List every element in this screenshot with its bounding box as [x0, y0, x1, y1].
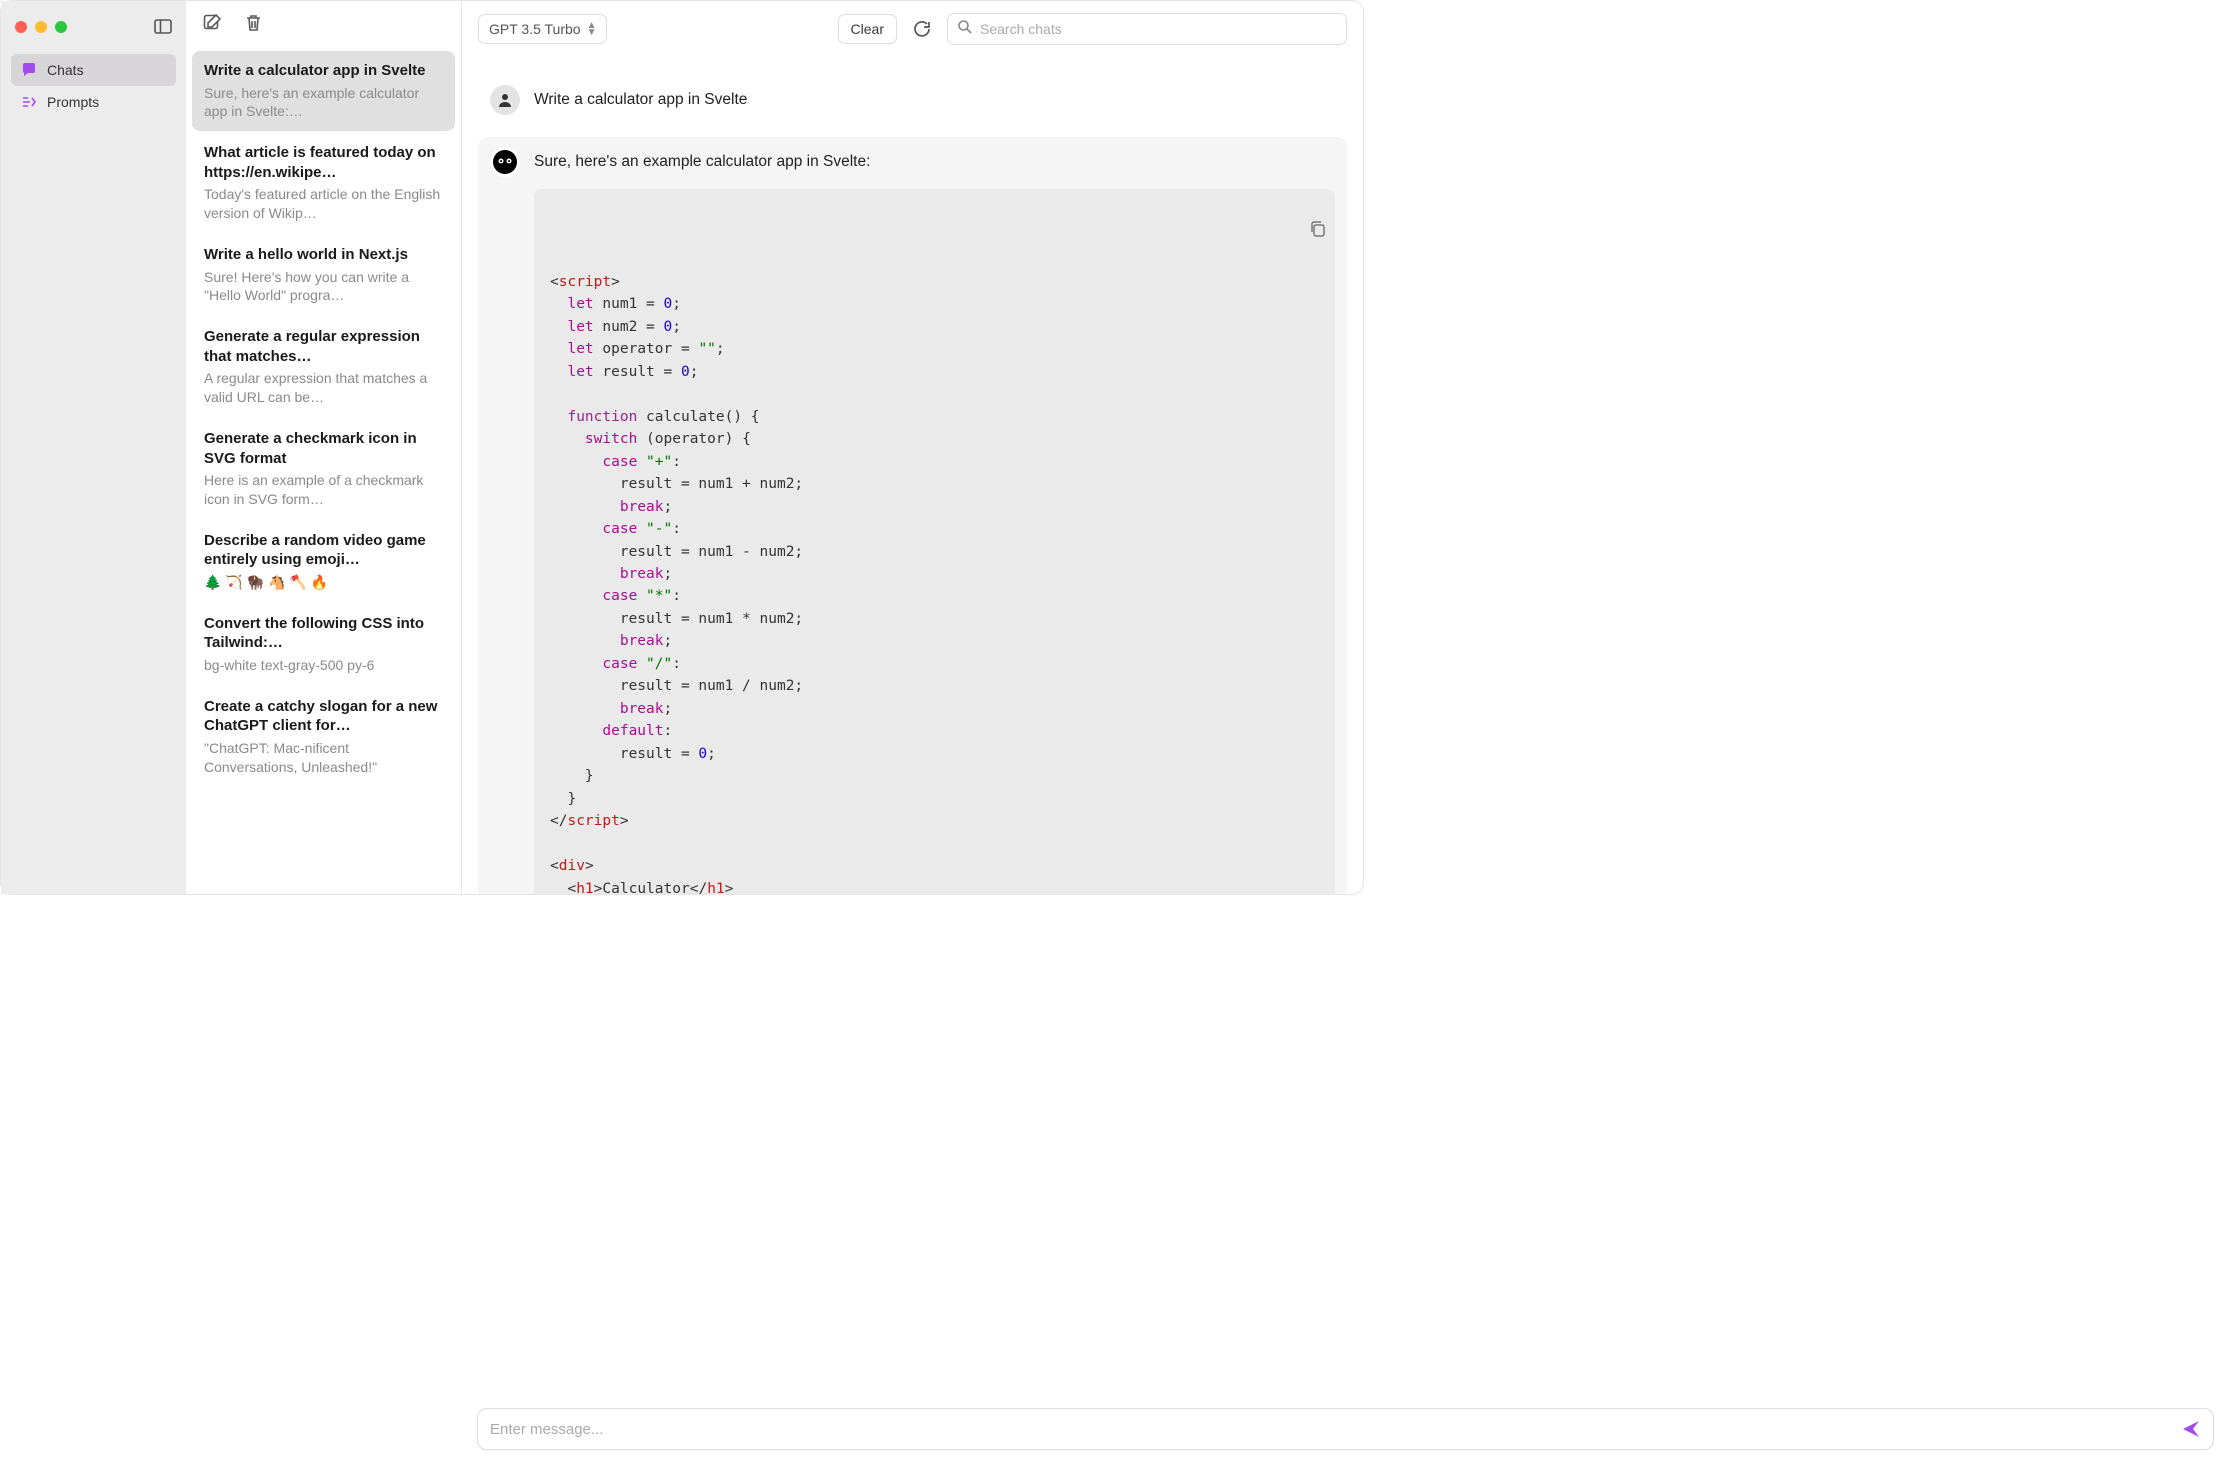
chat-item[interactable]: Generate a regular expression that match… — [192, 317, 455, 417]
main-toolbar: GPT 3.5 Turbo ▲▼ Clear — [462, 1, 1363, 57]
nav-item-label: Prompts — [47, 94, 99, 110]
chat-item-title: Create a catchy slogan for a new ChatGPT… — [204, 697, 443, 736]
user-avatar — [490, 85, 520, 115]
chat-item-preview: 🌲 🏹 🦬 🐴 🪓 🔥 — [204, 573, 443, 592]
search-wrap — [947, 13, 1347, 45]
chat-item-preview: Sure, here's an example calculator app i… — [204, 84, 443, 122]
chat-item-preview: bg-white text-gray-500 py-6 — [204, 656, 443, 675]
chat-item-preview: Today's featured article on the English … — [204, 185, 443, 223]
chat-item-preview: A regular expression that matches a vali… — [204, 369, 443, 407]
window-controls — [1, 11, 186, 48]
chat-item[interactable]: What article is featured today on https:… — [192, 133, 455, 233]
nav-item-prompts[interactable]: Prompts — [11, 86, 176, 118]
chat-item-title: Write a calculator app in Svelte — [204, 61, 443, 81]
chat-items: Write a calculator app in Svelte Sure, he… — [186, 45, 461, 794]
delete-chat-button[interactable] — [244, 13, 263, 33]
nav-list: Chats Prompts — [1, 48, 186, 124]
chat-item-title: Write a hello world in Next.js — [204, 245, 443, 265]
conversation: Write a calculator app in Svelte Sure, h… — [462, 57, 1363, 894]
chat-item-title: Describe a random video game entirely us… — [204, 531, 443, 570]
send-button[interactable] — [2181, 1419, 2201, 1439]
model-select[interactable]: GPT 3.5 Turbo ▲▼ — [478, 14, 607, 44]
code-content: <script> let num1 = 0; let num2 = 0; let… — [550, 271, 1319, 894]
chat-item-title: What article is featured today on https:… — [204, 143, 443, 182]
search-icon — [957, 19, 972, 39]
window-close[interactable] — [15, 21, 27, 33]
main-pane: GPT 3.5 Turbo ▲▼ Clear Write a calculato… — [462, 1, 1363, 894]
chat-item-preview: "ChatGPT: Mac-nificent Conversations, Un… — [204, 739, 443, 777]
window-minimize[interactable] — [35, 21, 47, 33]
message-input[interactable] — [490, 1421, 2181, 1438]
sidebar-toggle-icon[interactable] — [154, 19, 172, 34]
chat-item[interactable]: Create a catchy slogan for a new ChatGPT… — [192, 687, 455, 787]
chat-list-toolbar — [186, 1, 461, 45]
new-chat-button[interactable] — [202, 13, 222, 33]
assistant-avatar — [490, 147, 520, 177]
chat-item[interactable]: Write a calculator app in Svelte Sure, he… — [192, 51, 455, 131]
search-input[interactable] — [947, 13, 1347, 45]
nav-item-chats[interactable]: Chats — [11, 54, 176, 86]
chat-icon — [21, 62, 37, 78]
chat-item-preview: Here is an example of a checkmark icon i… — [204, 471, 443, 509]
prompts-icon — [21, 94, 37, 110]
chevron-updown-icon: ▲▼ — [587, 22, 597, 36]
chat-list-column: Write a calculator app in Svelte Sure, he… — [186, 1, 462, 894]
nav-item-label: Chats — [47, 62, 84, 78]
chat-item[interactable]: Describe a random video game entirely us… — [192, 521, 455, 602]
reload-button[interactable] — [909, 16, 935, 42]
chat-item-title: Convert the following CSS into Tailwind:… — [204, 614, 443, 653]
clear-label: Clear — [851, 21, 884, 37]
chat-item-title: Generate a checkmark icon in SVG format — [204, 429, 443, 468]
chat-item[interactable]: Write a hello world in Next.js Sure! Here… — [192, 235, 455, 315]
nav-sidebar: Chats Prompts — [1, 1, 186, 894]
user-message-text: Write a calculator app in Svelte — [534, 89, 1335, 111]
window-maximize[interactable] — [55, 21, 67, 33]
chat-item[interactable]: Convert the following CSS into Tailwind:… — [192, 604, 455, 685]
clear-button[interactable]: Clear — [838, 14, 897, 44]
model-label: GPT 3.5 Turbo — [489, 21, 581, 37]
assistant-message-text: Sure, here's an example calculator app i… — [534, 151, 1335, 173]
user-message-row: Write a calculator app in Svelte — [478, 75, 1347, 125]
code-block: <script> let num1 = 0; let num2 = 0; let… — [534, 189, 1335, 894]
assistant-message-row: Sure, here's an example calculator app i… — [478, 137, 1347, 894]
chat-item-preview: Sure! Here's how you can write a "Hello … — [204, 268, 443, 306]
chat-item-title: Generate a regular expression that match… — [204, 327, 443, 366]
chat-item[interactable]: Generate a checkmark icon in SVG formatH… — [192, 419, 455, 519]
composer — [477, 1408, 2214, 1450]
copy-code-button[interactable] — [1204, 197, 1327, 267]
